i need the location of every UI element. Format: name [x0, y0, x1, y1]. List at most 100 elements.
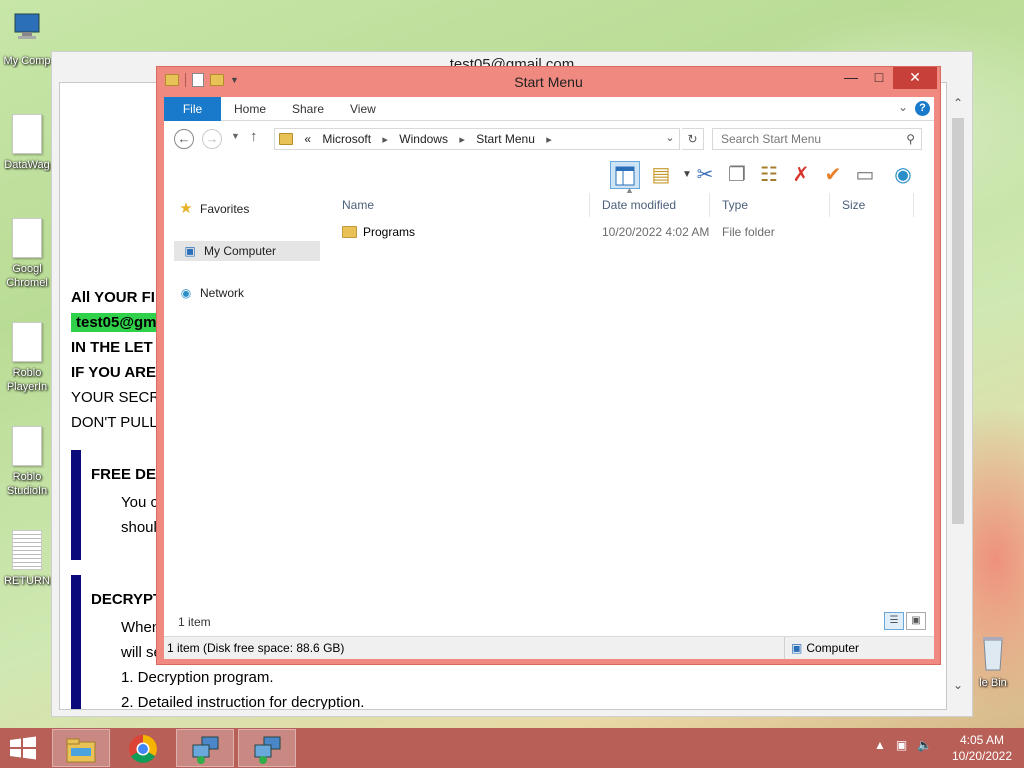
ransom-scrollbar[interactable]: ⌃ ⌄ [949, 94, 967, 698]
network-icon: ◉ [180, 286, 192, 300]
chevron-right-icon[interactable]: ▸ [459, 134, 465, 146]
window-title: Start Menu [514, 74, 583, 90]
nav-item-network[interactable]: ◉ Network [178, 283, 244, 303]
address-overflow[interactable]: « [304, 132, 311, 146]
computer-icon: ▣ [184, 244, 196, 258]
details-view-icon[interactable]: ☰ [884, 612, 904, 630]
title-bar[interactable]: ▼ Start Menu — □ ✕ [157, 67, 940, 97]
desktop-icon-roblox-player[interactable]: Roblo PlayerIn [0, 322, 54, 394]
tab-file[interactable]: File [164, 97, 221, 121]
column-header-type[interactable]: Type [714, 193, 830, 217]
copy-icon[interactable]: ❐ [722, 161, 752, 189]
recycle-bin-icon [983, 637, 1003, 671]
command-toolbar: ▤ ▼ ✂ ❐ ☷ ✗ ✔ ▭ ◉ [604, 159, 934, 193]
desktop-icon-label: Roblo [12, 471, 42, 483]
expand-ribbon-icon[interactable]: ⌄ [898, 100, 908, 114]
status-location-label: Computer [806, 641, 860, 655]
desktop-icon-google-chrome[interactable]: Googl Chromel [0, 218, 54, 290]
system-tray: ▲ ▣ 🔈 [874, 738, 932, 752]
taskbar-file-explorer[interactable] [52, 729, 110, 767]
taskbar-network-setup-1[interactable] [176, 729, 234, 767]
tab-share[interactable]: Share [292, 97, 324, 121]
breadcrumb-windows[interactable]: Windows [399, 132, 448, 146]
start-button[interactable] [8, 736, 40, 760]
nav-item-label: Network [200, 286, 245, 300]
scroll-up-icon[interactable]: ⌃ [949, 96, 967, 110]
taskbar-clock[interactable]: 4:05 AM 10/20/2022 [944, 732, 1020, 764]
file-explorer-window[interactable]: ▼ Start Menu — □ ✕ File Home Share View … [156, 66, 941, 665]
column-header-date-modified[interactable]: Date modified [594, 193, 710, 217]
desktop-icon-my-computer[interactable]: My Comp [0, 10, 54, 68]
minimize-button[interactable]: — [837, 67, 865, 89]
file-row[interactable]: Programs 10/20/2022 4:02 AM File folder [334, 221, 934, 243]
desktop-icon-datawag[interactable]: DataWag [0, 114, 54, 172]
desktop-icon-label: Roblo [12, 367, 42, 379]
back-icon[interactable]: ← [174, 129, 194, 149]
paste-icon[interactable]: ☷ [754, 161, 784, 189]
status-bar: 1 item (Disk free space: 88.6 GB) ▣ Compu… [164, 636, 934, 659]
cut-icon[interactable]: ✂ [690, 161, 720, 189]
chevron-right-icon[interactable]: ▸ [382, 134, 388, 146]
computer-icon [14, 13, 40, 39]
desktop-icon-label-2: Chromel [6, 277, 48, 289]
desktop-icon-roblox-studio[interactable]: Roblo StudioIn [0, 426, 54, 498]
column-header-name[interactable]: Name [334, 193, 590, 217]
nav-item-my-computer[interactable]: ▣ My Computer [174, 241, 320, 261]
section-line: shoul [121, 519, 157, 536]
section-line: You c [121, 494, 158, 511]
help-icon[interactable]: ? [915, 101, 930, 116]
view-switcher: ☰ ▣ [884, 612, 926, 630]
network-setup-icon [192, 736, 219, 764]
desktop-icon-label: RETURN [4, 575, 50, 587]
status-location: ▣ Computer [784, 637, 934, 659]
globe-icon[interactable]: ◉ [888, 161, 918, 189]
forward-icon[interactable]: → [202, 129, 222, 149]
search-input[interactable]: Search Start Menu ⚲ [712, 128, 922, 150]
delete-icon[interactable]: ✗ [786, 161, 816, 189]
desktop-icon-label: My Comp [3, 55, 51, 67]
close-button[interactable]: ✕ [893, 67, 937, 89]
desktop-icon-return-file[interactable]: RETURN [0, 530, 54, 588]
breadcrumb-start-menu[interactable]: Start Menu [476, 132, 535, 146]
nav-item-favorites[interactable]: ★ Favorites [178, 199, 249, 219]
column-header-size[interactable]: Size [834, 193, 914, 217]
scroll-thumb[interactable] [952, 118, 964, 524]
file-list: ▲ Name Date modified Type Size Programs … [334, 185, 934, 623]
taskbar-chrome[interactable] [114, 729, 172, 767]
breadcrumb-microsoft[interactable]: Microsoft [322, 132, 371, 146]
file-icon [12, 114, 42, 154]
file-icon [12, 218, 42, 258]
refresh-icon[interactable]: ↻ [682, 128, 704, 150]
text-file-icon [12, 530, 42, 570]
ransom-line: IN THE LET [71, 339, 153, 356]
file-name-cell: Programs [342, 221, 415, 243]
address-dropdown-icon[interactable]: ⌄ [660, 128, 680, 150]
email-badge: test05@gm [71, 313, 162, 332]
maximize-button[interactable]: □ [865, 67, 893, 89]
tab-view[interactable]: View [350, 97, 376, 121]
volume-icon[interactable]: 🔈 [917, 738, 932, 752]
large-icons-view-icon[interactable]: ▣ [906, 612, 926, 630]
file-date: 10/20/2022 4:02 AM [602, 225, 710, 239]
nav-item-label: My Computer [204, 244, 277, 258]
ransom-email-highlight: test05@gm [71, 313, 162, 332]
search-icon[interactable]: ⚲ [906, 129, 915, 149]
taskbar-network-setup-2[interactable] [238, 729, 296, 767]
section-accent-bar [71, 450, 81, 560]
file-name: Programs [363, 225, 416, 239]
search-placeholder: Search Start Menu [721, 132, 822, 146]
scroll-down-icon[interactable]: ⌄ [949, 678, 967, 692]
network-tray-icon[interactable]: ▣ [896, 738, 907, 752]
checkmark-icon[interactable]: ✔ [818, 161, 848, 189]
ribbon-tabs: File Home Share View ⌄ ? [164, 97, 934, 121]
tab-home[interactable]: Home [234, 97, 266, 121]
explorer-client-area: File Home Share View ⌄ ? ← → ▼ ↑ « Micro… [164, 97, 934, 659]
up-icon[interactable]: ↑ [250, 128, 258, 145]
ransom-line: All YOUR FI [71, 289, 155, 306]
recent-locations-icon[interactable]: ▼ [231, 131, 240, 141]
address-bar[interactable]: « Microsoft ▸ Windows ▸ Start Menu ▸ [274, 128, 680, 150]
chevron-right-icon[interactable]: ▸ [546, 134, 552, 146]
nav-item-label: Favorites [200, 202, 250, 216]
show-hidden-icons-icon[interactable]: ▲ [874, 738, 886, 752]
rename-icon[interactable]: ▭ [850, 161, 880, 189]
